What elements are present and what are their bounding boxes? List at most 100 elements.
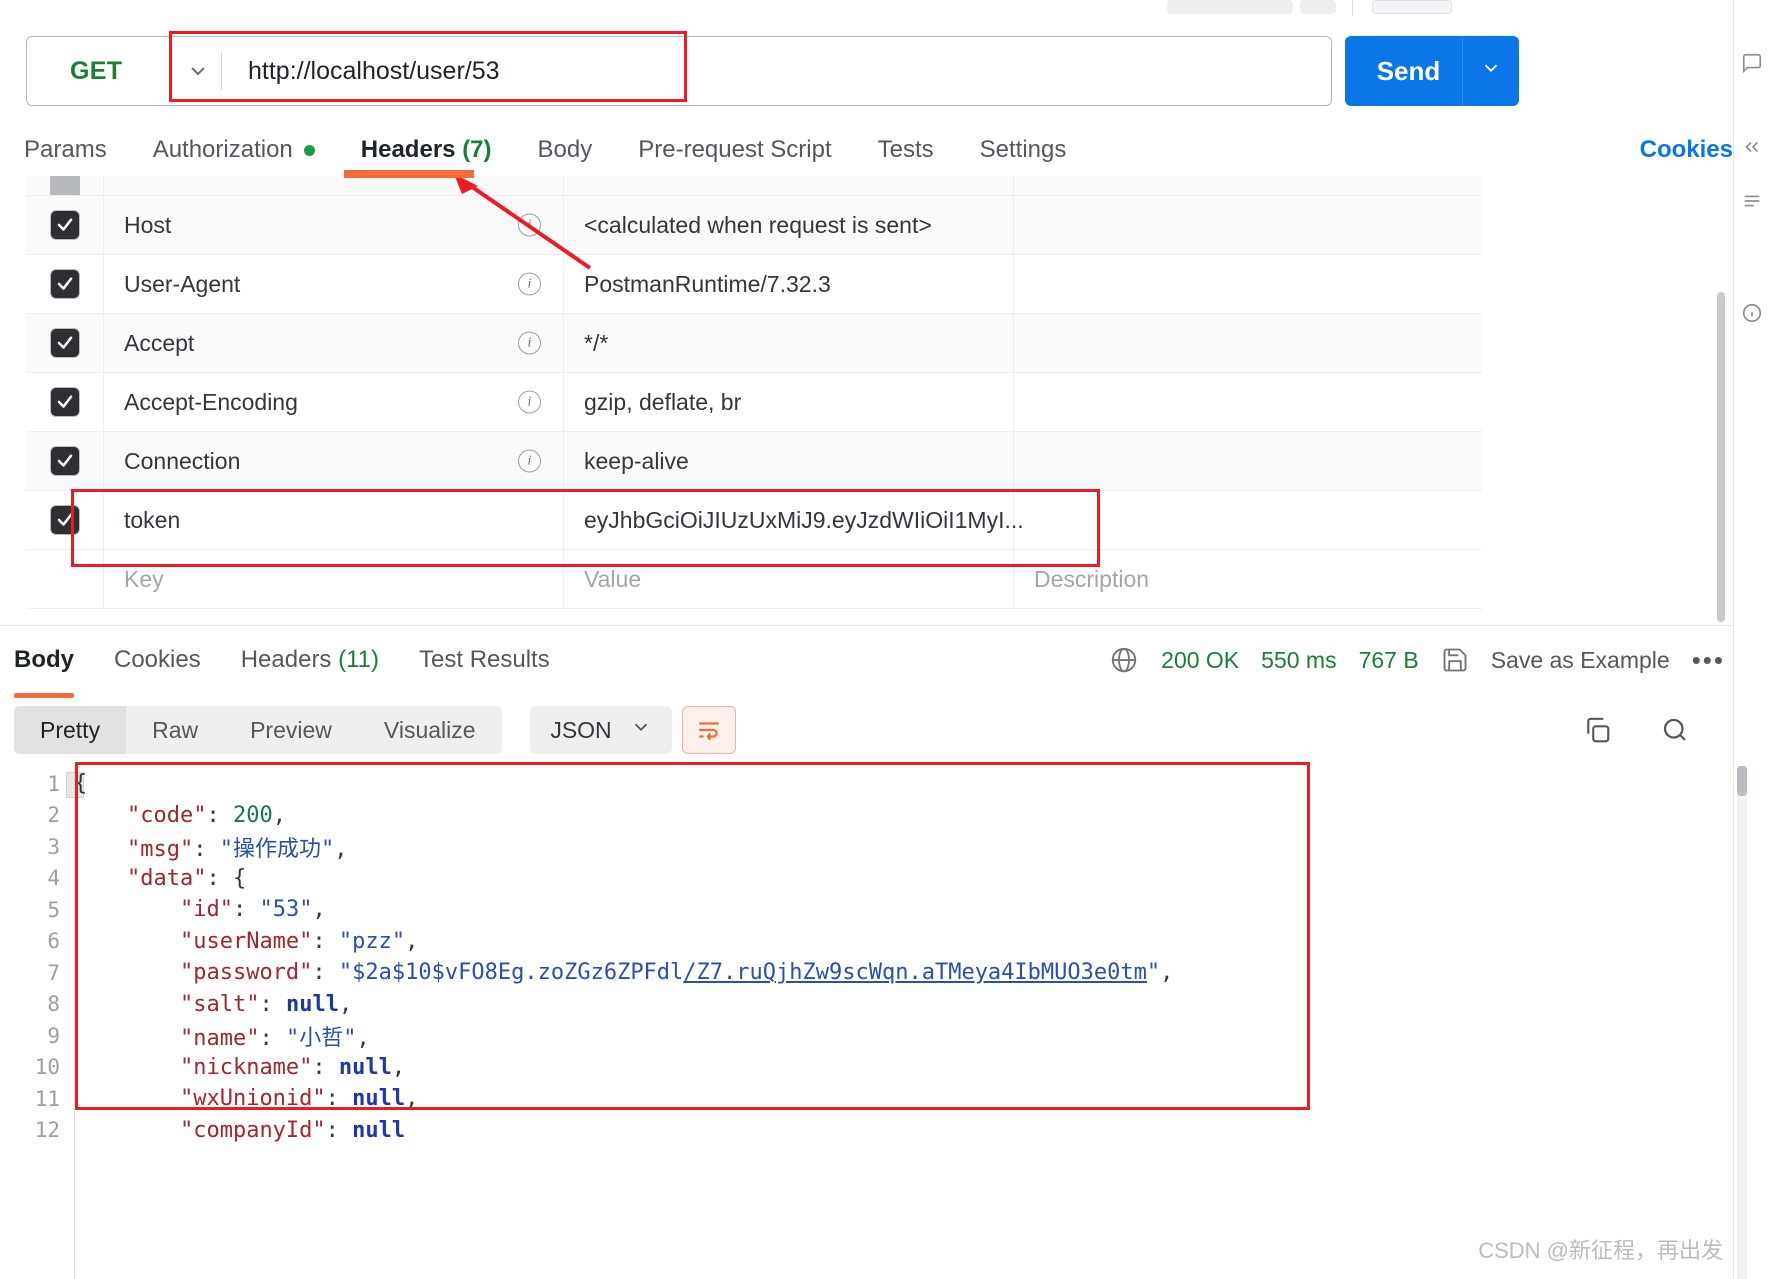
request-tab-authorization[interactable]: Authorization (153, 136, 315, 164)
copy-icon[interactable] (1575, 706, 1619, 754)
row-key-cell[interactable]: Connection i (104, 432, 564, 490)
view-mode-raw[interactable]: Raw (126, 706, 224, 754)
row-checkbox[interactable] (50, 176, 79, 195)
row-checkbox[interactable] (50, 388, 79, 416)
response-tab-cookies[interactable]: Cookies (114, 646, 201, 674)
row-description-cell[interactable] (1014, 314, 1482, 372)
code-scrollbar-thumb[interactable] (1737, 766, 1747, 796)
code-icon[interactable] (1741, 190, 1763, 218)
code-token: null (352, 1117, 406, 1143)
cookies-link[interactable]: Cookies (1640, 126, 1733, 174)
row-value-cell[interactable]: <calculated when request is sent> (564, 196, 1014, 254)
wrap-lines-button[interactable] (682, 706, 736, 754)
response-view-mode-group[interactable]: Pretty Raw Preview Visualize (14, 706, 502, 754)
row-value-text: */* (584, 329, 609, 356)
row-key-cell[interactable]: Accept i (104, 314, 564, 372)
request-tab-headers[interactable]: Headers (7) (361, 136, 492, 164)
code-line: 4 "data": { (14, 863, 1719, 895)
response-tab-headers[interactable]: Headers (11) (241, 646, 379, 674)
new-description-input[interactable]: Description (1014, 550, 1482, 608)
response-tab-body[interactable]: Body (14, 646, 74, 698)
new-value-placeholder: Value (584, 565, 642, 592)
row-checkbox-cell (26, 255, 104, 313)
code-token: "53" (259, 897, 313, 923)
row-checkbox[interactable] (50, 211, 79, 239)
row-description-cell[interactable] (1014, 373, 1482, 431)
row-key-cell[interactable]: Accept-Encoding i (104, 373, 564, 431)
view-mode-preview[interactable]: Preview (224, 706, 358, 754)
row-checkbox[interactable] (50, 270, 79, 298)
request-tab-pre-request-script[interactable]: Pre-request Script (638, 136, 831, 164)
http-method-label[interactable]: GET (27, 37, 175, 105)
row-description-cell[interactable] (1014, 491, 1482, 549)
response-body-code[interactable]: 1{2 "code": 200, 3 "msg": "操作成功", 4 "data"… (14, 768, 1719, 1279)
row-checkbox[interactable] (50, 329, 79, 357)
row-key-cell[interactable]: token (104, 491, 564, 549)
row-description-cell[interactable] (1014, 255, 1482, 313)
info-circle-icon[interactable] (1741, 302, 1763, 330)
row-description-cell[interactable] (1014, 432, 1482, 490)
collapse-left-icon[interactable] (1741, 136, 1763, 164)
row-description-cell[interactable] (1014, 196, 1482, 254)
row-checkbox-cell (26, 176, 104, 195)
row-key-cell[interactable] (104, 176, 564, 195)
active-tab-underline (14, 693, 74, 698)
row-value-cell[interactable]: */* (564, 314, 1014, 372)
response-language-select[interactable]: JSON (530, 706, 672, 754)
view-mode-pretty[interactable]: Pretty (14, 706, 127, 754)
request-tab-bar[interactable]: Params Authorization Headers (7) Body Pre-re… (24, 126, 1474, 174)
url-input[interactable]: http://localhost/user/53 (222, 37, 1331, 105)
info-icon[interactable]: i (518, 449, 541, 473)
table-row: Host i <calculated when request is sent> (26, 196, 1482, 255)
row-value-cell[interactable]: eyJhbGciOiJIUzUxMiJ9.eyJzdWIiOiI1MyI... (564, 491, 1024, 549)
code-line: 3 "msg": "操作成功", (14, 831, 1719, 863)
row-key-text: token (124, 506, 181, 533)
save-icon[interactable] (1441, 646, 1469, 674)
code-token: , (1160, 960, 1174, 986)
code-line-text: { (74, 771, 87, 796)
request-url-bar[interactable]: GET http://localhost/user/53 (26, 36, 1332, 106)
request-tab-params[interactable]: Params (24, 136, 107, 164)
new-key-input[interactable]: Key (104, 550, 564, 608)
send-options-chevron-down-icon[interactable] (1463, 57, 1519, 85)
row-value-cell[interactable]: PostmanRuntime/7.32.3 (564, 255, 1014, 313)
row-value-cell[interactable]: gzip, deflate, br (564, 373, 1014, 431)
table-row-new[interactable]: Key Value Description (26, 550, 1482, 609)
row-value-text: gzip, deflate, br (584, 388, 742, 415)
line-number: 9 (47, 1023, 60, 1048)
response-tab-test-results[interactable]: Test Results (419, 646, 550, 674)
code-token: null (338, 1054, 392, 1080)
row-value-cell[interactable] (564, 176, 1014, 195)
save-as-example-button[interactable]: Save as Example (1491, 647, 1670, 674)
row-description-cell[interactable] (1014, 176, 1482, 195)
row-key-cell[interactable]: User-Agent i (104, 255, 564, 313)
request-tab-label: Headers (360, 136, 456, 163)
request-tab-settings[interactable]: Settings (980, 136, 1067, 164)
view-mode-visualize[interactable]: Visualize (358, 706, 502, 754)
send-button[interactable]: Send (1345, 36, 1519, 106)
request-tab-body[interactable]: Body (538, 136, 593, 164)
code-token: , (405, 1086, 419, 1112)
row-key-text: Host (124, 211, 172, 238)
request-tab-tests[interactable]: Tests (878, 136, 934, 164)
row-value-cell[interactable]: keep-alive (564, 432, 1014, 490)
info-icon[interactable]: i (518, 272, 541, 296)
language-chevron-down-icon[interactable] (630, 716, 652, 744)
comment-icon[interactable] (1741, 52, 1763, 80)
response-tab-bar[interactable]: Body Cookies Headers (11) Test Results (14, 636, 590, 698)
info-icon[interactable]: i (518, 390, 541, 414)
row-key-cell[interactable]: Host i (104, 196, 564, 254)
code-token: : (312, 1054, 339, 1080)
row-checkbox[interactable] (50, 506, 79, 534)
more-options-icon[interactable]: ••• (1692, 645, 1725, 676)
new-value-input[interactable]: Value (564, 550, 1014, 608)
chevron-down-icon[interactable] (175, 37, 221, 105)
row-checkbox[interactable] (50, 447, 79, 475)
info-icon[interactable]: i (518, 331, 541, 355)
info-icon[interactable]: i (518, 213, 541, 237)
request-tab-label: Pre-request Script (638, 136, 832, 163)
search-icon[interactable] (1653, 706, 1697, 754)
request-pane-scrollbar[interactable] (1717, 292, 1725, 622)
response-meta-bar: 200 OK 550 ms 767 B Save as Example ••• (1109, 636, 1725, 684)
